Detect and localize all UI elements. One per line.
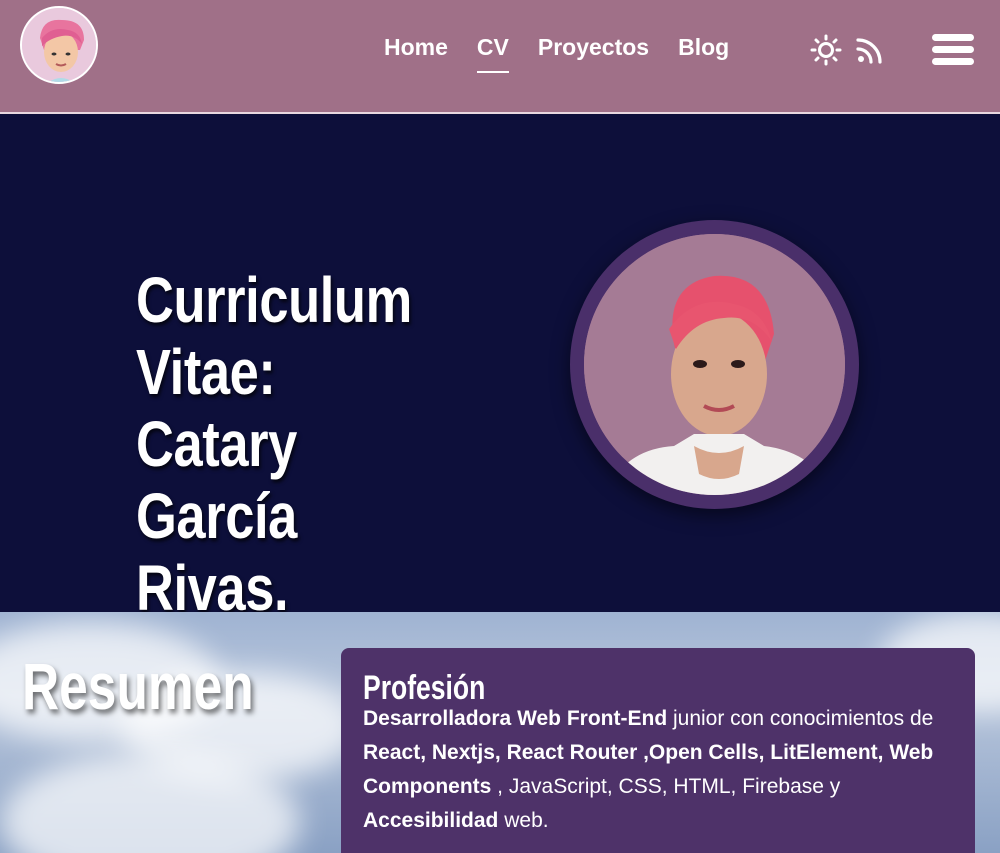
skills-text-2: Accesibilidad	[363, 809, 499, 832]
resumen-title: Resumen	[22, 649, 254, 723]
main-nav: Home CV Proyectos Blog	[384, 34, 758, 73]
resumen-section: Resumen Profesión Desarrolladora Web Fro…	[0, 612, 1000, 853]
nav-proyectos[interactable]: Proyectos	[538, 34, 649, 67]
sun-icon[interactable]	[810, 34, 842, 66]
portrait-photo	[570, 220, 859, 509]
nav-blog[interactable]: Blog	[678, 34, 729, 67]
title-line-2: Vitae: Catary	[136, 336, 297, 480]
hero-section: Curriculum Vitae: Catary García Rivas.	[0, 116, 1000, 624]
page-title: Curriculum Vitae: Catary García Rivas.	[136, 264, 431, 624]
body-text-3: web.	[498, 809, 549, 832]
nav-home[interactable]: Home	[384, 34, 448, 67]
body-text-2: , JavaScript, CSS, HTML, Firebase y	[491, 775, 841, 798]
portrait-image	[584, 234, 845, 495]
card-body: Desarrolladora Web Front-End junior con …	[363, 702, 963, 838]
title-line-1: Curriculum	[136, 264, 412, 336]
hamburger-menu-icon[interactable]	[932, 33, 974, 67]
avatar-illustration-icon	[22, 8, 96, 82]
title-line-3: García Rivas.	[136, 480, 297, 624]
avatar-logo[interactable]	[20, 6, 98, 84]
site-header: Home CV Proyectos Blog	[0, 0, 1000, 114]
rss-icon[interactable]	[854, 34, 886, 66]
nav-cv[interactable]: CV	[476, 34, 509, 73]
profesion-card: Profesión Desarrolladora Web Front-End j…	[341, 648, 975, 853]
body-text-1: junior con conocimientos de	[667, 707, 934, 730]
role-text: Desarrolladora Web Front-End	[363, 707, 668, 730]
card-heading: Profesión	[363, 669, 486, 707]
